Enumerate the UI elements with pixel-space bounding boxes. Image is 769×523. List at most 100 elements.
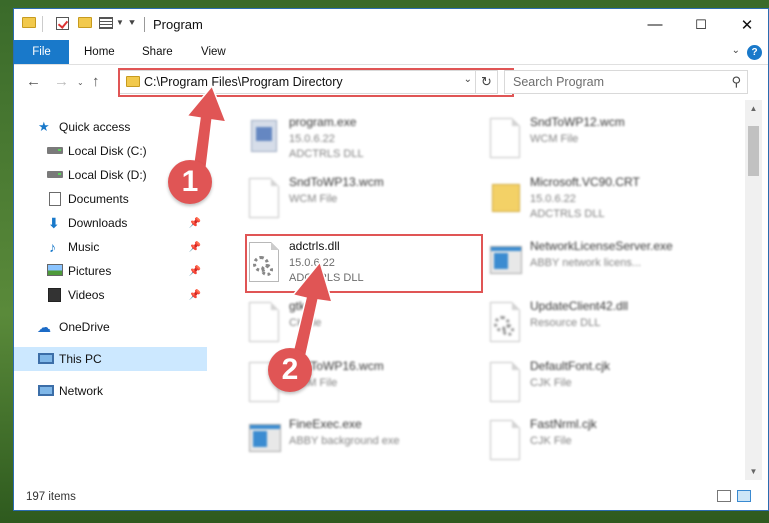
nav-item-label: This PC — [59, 352, 102, 366]
file-item-gtk[interactable]: gtk CK file — [241, 294, 481, 354]
page-icon — [488, 116, 522, 160]
disk-icon — [47, 147, 63, 154]
status-bar: 197 items — [14, 480, 768, 510]
nav-item-local-disk-c[interactable]: Local Disk (C:) — [14, 139, 207, 163]
pin-icon: 📌 — [188, 289, 201, 301]
page-icon — [488, 418, 522, 462]
file-highlight-box — [245, 234, 483, 293]
nav-item-label: Pictures — [68, 264, 112, 278]
nav-item-videos[interactable]: Videos 📌 — [14, 283, 207, 307]
file-name: FineExec.exe — [289, 417, 362, 431]
quick-access-dropdown-icon[interactable]: ⯆ — [128, 18, 136, 29]
minimize-button[interactable]: — — [632, 9, 678, 40]
file-item-fastnrml[interactable]: FastNrml.cjk CJK File — [482, 412, 722, 472]
nav-item-this-pc[interactable]: This PC — [14, 347, 207, 371]
tab-home[interactable]: Home — [74, 40, 125, 64]
new-folder-icon[interactable] — [78, 17, 92, 28]
page-icon — [247, 176, 281, 220]
nav-item-label: Videos — [68, 288, 105, 302]
nav-item-label: Downloads — [68, 216, 128, 230]
disk-icon — [47, 171, 63, 178]
scroll-up-icon[interactable]: ▲ — [745, 100, 762, 117]
callout-2: 2 — [268, 348, 312, 392]
search-icon[interactable]: ⚲ — [731, 74, 741, 90]
folder-icon — [488, 176, 522, 220]
file-name: program.exe — [289, 115, 357, 129]
recent-locations-icon[interactable]: ⌄ — [77, 78, 84, 87]
file-type: CJK File — [530, 435, 572, 447]
file-item-sndtowp12[interactable]: SndToWP12.wcm WCM File — [482, 110, 722, 170]
file-name: SndToWP13.wcm — [289, 175, 384, 189]
nav-item-onedrive[interactable]: ☁ OneDrive — [14, 315, 207, 339]
file-item-defaultfont[interactable]: DefaultFont.cjk CJK File — [482, 354, 722, 414]
file-item-networklicenseserver[interactable]: NetworkLicenseServer.exe ABBY network li… — [482, 234, 722, 294]
nav-item-pictures[interactable]: Pictures 📌 — [14, 259, 207, 283]
scroll-down-icon[interactable]: ▼ — [745, 463, 762, 480]
dll-gear-icon — [488, 300, 522, 344]
file-description: ABBY network licens... — [530, 257, 642, 269]
close-button[interactable]: ✕ — [724, 9, 768, 40]
file-type: Resource DLL — [530, 317, 601, 329]
properties-check-icon[interactable] — [56, 17, 69, 30]
nav-item-label: Network — [59, 384, 104, 398]
file-name: FastNrml.cjk — [530, 417, 597, 431]
file-name: DefaultFont.cjk — [530, 359, 611, 373]
customize-toolbar-icon[interactable] — [99, 17, 113, 29]
nav-item-downloads[interactable]: ⬇ Downloads 📌 — [14, 211, 207, 235]
pin-icon: 📌 — [188, 241, 201, 253]
nav-item-network[interactable]: Network — [14, 379, 207, 403]
maximize-button[interactable]: ☐ — [678, 9, 724, 40]
file-version: 15.0.6.22 — [289, 133, 335, 145]
file-item-updateclient42[interactable]: UpdateClient42.dll Resource DLL — [482, 294, 722, 354]
download-icon: ⬇ — [48, 215, 60, 231]
chevron-down-icon[interactable]: ▼ — [116, 18, 124, 27]
scrollbar-thumb[interactable] — [748, 126, 759, 176]
search-box[interactable]: ⚲ — [504, 70, 748, 94]
file-type: CJK File — [530, 377, 572, 389]
tab-view[interactable]: View — [191, 40, 236, 64]
program-icon — [247, 116, 281, 160]
exe-icon — [247, 418, 281, 462]
page-icon — [488, 360, 522, 404]
tab-share[interactable]: Share — [132, 40, 183, 64]
file-type: CK file — [289, 317, 322, 329]
nav-item-label: OneDrive — [59, 320, 110, 334]
forward-arrow-icon[interactable]: → — [54, 73, 69, 90]
expand-ribbon-icon[interactable]: ⌄ — [732, 45, 740, 56]
folder-icon — [22, 17, 36, 28]
vertical-scrollbar[interactable]: ▲ ▼ — [745, 100, 762, 480]
videos-icon — [48, 288, 61, 302]
file-item-microsoft-vc90[interactable]: Microsoft.VC90.CRT 15.0.6.22 ADCTRLS DLL — [482, 170, 722, 230]
pin-icon: 📌 — [188, 265, 201, 277]
tab-file[interactable]: File — [14, 40, 69, 64]
file-description: ADCTRLS DLL — [289, 148, 364, 160]
back-arrow-icon[interactable]: ← — [26, 73, 41, 90]
page-icon — [247, 300, 281, 344]
file-item-program-exe[interactable]: program.exe 15.0.6.22 ADCTRLS DLL — [241, 110, 481, 170]
window-title: Program — [153, 17, 203, 32]
file-item-fineexec[interactable]: FineExec.exe ABBY background exe — [241, 412, 481, 472]
nav-item-music[interactable]: ♪ Music 📌 — [14, 235, 207, 259]
star-icon: ★ — [38, 119, 50, 134]
callout-1: 1 — [168, 160, 212, 204]
help-icon[interactable]: ? — [747, 45, 762, 60]
navigation-bar: ← → ⌄ ↑ C:\Program Files\Program Directo… — [14, 65, 768, 100]
address-highlight-box — [118, 68, 514, 97]
nav-item-label: Local Disk (D:) — [68, 168, 147, 182]
file-name: UpdateClient42.dll — [530, 299, 629, 313]
pin-icon: 📌 — [188, 217, 201, 229]
documents-icon — [49, 192, 61, 206]
file-list: program.exe 15.0.6.22 ADCTRLS DLL SndToW… — [207, 100, 745, 480]
file-type: WCM File — [289, 193, 338, 205]
file-version: 15.0.6.22 — [530, 193, 576, 205]
file-item-sndtowp13[interactable]: SndToWP13.wcm WCM File — [241, 170, 481, 230]
search-input[interactable] — [505, 71, 720, 93]
large-icons-view-icon[interactable] — [737, 490, 751, 502]
up-arrow-icon[interactable]: ↑ — [92, 73, 100, 90]
details-view-icon[interactable] — [717, 490, 731, 502]
item-count: 197 items — [26, 491, 76, 503]
file-name: gtk — [289, 299, 306, 313]
navigation-pane: ★ Quick access Local Disk (C:) Local Dis… — [14, 100, 207, 480]
file-description: ADCTRLS DLL — [530, 208, 605, 220]
nav-item-quick-access[interactable]: ★ Quick access — [14, 115, 207, 139]
